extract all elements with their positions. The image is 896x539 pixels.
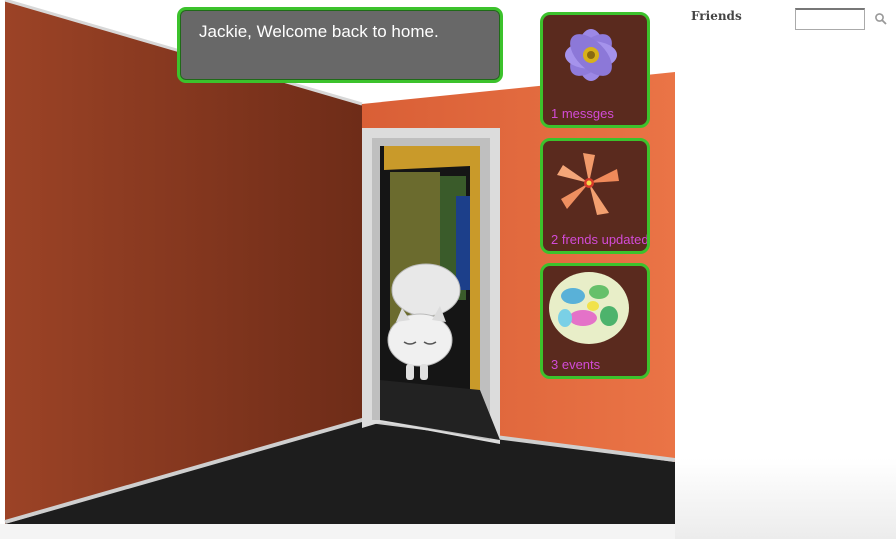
magnifier-icon[interactable] (874, 12, 888, 26)
3d-room-viewport[interactable]: Jackie, Welcome back to home. 1 messges (0, 0, 675, 524)
friends-sidebar: Friends (675, 0, 896, 539)
friends-updated-label: 2 frends updated (551, 232, 649, 247)
far-corridor-ceiling (384, 146, 470, 170)
bottom-strip (0, 524, 675, 539)
painted-egg-icon (549, 272, 629, 344)
purple-flower-icon (565, 29, 617, 81)
messages-tile[interactable]: 1 messges (540, 12, 650, 128)
friends-updated-tile[interactable]: 2 frends updated (540, 138, 650, 254)
friends-heading: Friends (691, 9, 742, 23)
friends-search-input[interactable] (795, 8, 865, 30)
orange-flower-icon (557, 153, 619, 215)
welcome-banner: Jackie, Welcome back to home. (177, 7, 503, 83)
corridor-side (470, 146, 480, 390)
welcome-text: Jackie, Welcome back to home. (199, 22, 439, 41)
events-count-label: 3 events (551, 357, 601, 372)
messages-count-label: 1 messges (551, 106, 614, 121)
blue-door (456, 196, 470, 290)
events-tile[interactable]: 3 events (540, 263, 650, 379)
